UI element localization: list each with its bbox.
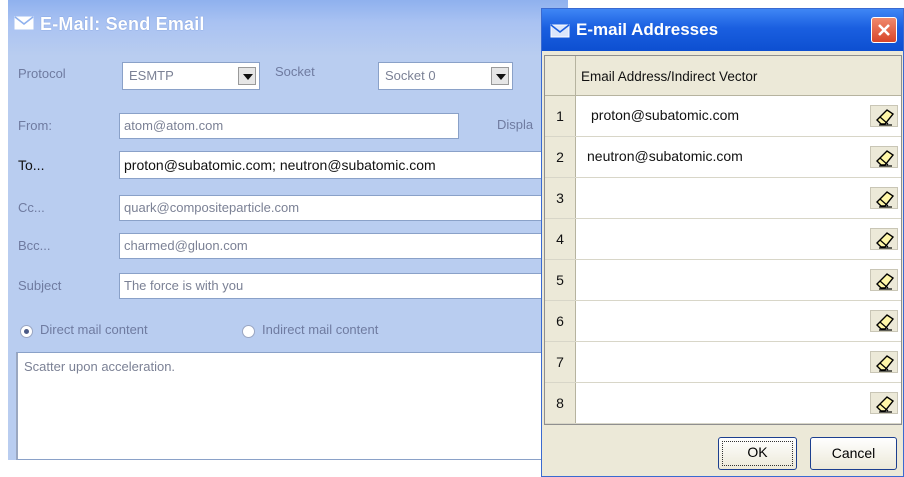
eraser-icon xyxy=(876,273,895,290)
send-email-titlebar: E-Mail: Send Email xyxy=(8,0,568,56)
table-row[interactable]: 6 xyxy=(545,301,901,342)
eraser-icon xyxy=(876,396,895,413)
send-email-dialog: E-Mail: Send Email Protocol ESMTP Socket… xyxy=(8,0,568,460)
table-row[interactable]: 5 xyxy=(545,260,901,301)
eraser-icon xyxy=(876,232,895,249)
protocol-label: Protocol xyxy=(18,66,66,81)
row-number: 2 xyxy=(545,137,576,177)
display-label: Displa xyxy=(497,117,534,132)
direct-content-label[interactable]: Direct mail content xyxy=(40,322,148,337)
protocol-value: ESMTP xyxy=(129,68,174,83)
indirect-content-label[interactable]: Indirect mail content xyxy=(262,322,378,337)
from-label: From: xyxy=(18,118,52,133)
row-number: 8 xyxy=(545,383,576,423)
envelope-icon xyxy=(14,16,34,30)
eraser-icon xyxy=(876,314,895,331)
cc-button[interactable]: Cc... xyxy=(18,200,45,215)
table-row[interactable]: 4 xyxy=(545,219,901,260)
close-icon xyxy=(878,24,890,36)
eraser-icon xyxy=(876,150,895,167)
socket-label: Socket xyxy=(275,64,315,79)
column-header: Email Address/Indirect Vector xyxy=(581,69,758,84)
subject-field[interactable]: The force is with you xyxy=(119,273,549,299)
ok-button[interactable]: OK xyxy=(718,437,797,470)
bcc-button[interactable]: Bcc... xyxy=(18,238,51,253)
table-row[interactable]: 3 xyxy=(545,178,901,219)
eraser-button[interactable] xyxy=(870,146,898,168)
eraser-button[interactable] xyxy=(870,310,898,332)
eraser-button[interactable] xyxy=(870,228,898,250)
address-grid: Email Address/Indirect Vector 1 proton@s… xyxy=(544,55,902,425)
to-field[interactable]: proton@subatomic.com; neutron@subatomic.… xyxy=(119,151,549,179)
email-addresses-dialog: E-mail Addresses Email Address/Indirect … xyxy=(541,8,904,477)
table-row[interactable]: 2 neutron@subatomic.com xyxy=(545,137,901,178)
table-row[interactable]: 7 xyxy=(545,342,901,383)
eraser-button[interactable] xyxy=(870,105,898,127)
row-number: 4 xyxy=(545,219,576,259)
eraser-button[interactable] xyxy=(870,187,898,209)
chevron-down-icon[interactable] xyxy=(238,67,256,85)
socket-value: Socket 0 xyxy=(385,68,436,83)
row-number: 7 xyxy=(545,342,576,382)
mail-body-textarea[interactable]: Scatter upon acceleration. xyxy=(16,352,561,460)
cc-field[interactable]: quark@compositeparticle.com xyxy=(119,195,549,221)
bcc-field[interactable]: charmed@gluon.com xyxy=(119,233,549,259)
eraser-button[interactable] xyxy=(870,269,898,291)
eraser-icon xyxy=(876,191,895,208)
cancel-button[interactable]: Cancel xyxy=(810,437,897,470)
table-row[interactable]: 8 xyxy=(545,383,901,424)
eraser-button[interactable] xyxy=(870,351,898,373)
eraser-icon xyxy=(876,355,895,372)
row-number: 1 xyxy=(545,96,576,136)
table-row[interactable]: 1 proton@subatomic.com xyxy=(545,96,901,137)
send-email-title: E-Mail: Send Email xyxy=(40,14,205,34)
mail-body-text: Scatter upon acceleration. xyxy=(24,359,176,374)
socket-select[interactable]: Socket 0 xyxy=(378,62,513,90)
address-cell[interactable]: neutron@subatomic.com xyxy=(587,148,743,164)
email-addresses-titlebar[interactable]: E-mail Addresses xyxy=(542,9,903,51)
ok-label: OK xyxy=(747,444,768,460)
protocol-select[interactable]: ESMTP xyxy=(122,62,260,90)
direct-content-radio[interactable] xyxy=(20,325,33,338)
indirect-content-radio[interactable] xyxy=(242,325,255,338)
to-button[interactable]: To... xyxy=(18,157,44,173)
subject-label: Subject xyxy=(18,278,62,293)
row-number: 3 xyxy=(545,178,576,218)
address-cell[interactable]: proton@subatomic.com xyxy=(591,107,739,123)
row-number: 6 xyxy=(545,301,576,341)
grid-corner xyxy=(545,56,576,96)
email-addresses-title: E-mail Addresses xyxy=(576,20,719,39)
close-button[interactable] xyxy=(871,17,897,43)
chevron-down-icon[interactable] xyxy=(491,67,509,85)
envelope-icon xyxy=(550,24,570,38)
row-number: 5 xyxy=(545,260,576,300)
eraser-button[interactable] xyxy=(870,392,898,414)
grid-header: Email Address/Indirect Vector xyxy=(545,56,901,96)
eraser-icon xyxy=(876,109,895,126)
from-field[interactable]: atom@atom.com xyxy=(119,113,459,139)
